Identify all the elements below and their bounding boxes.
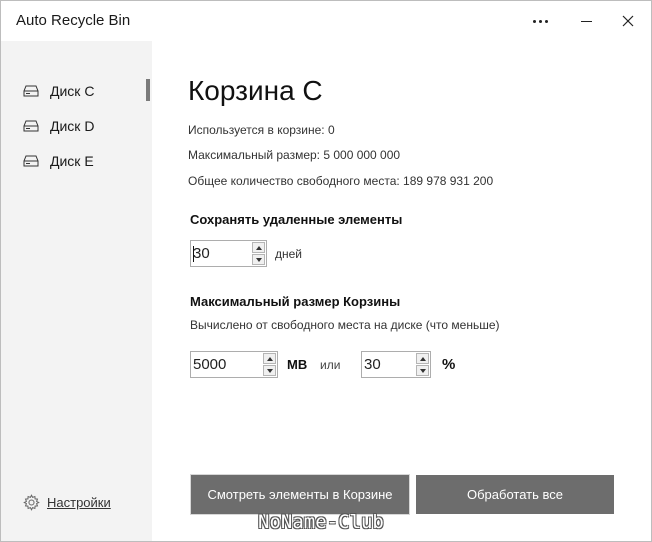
chevron-down-icon — [419, 368, 426, 373]
settings-link[interactable]: Настройки — [23, 491, 111, 513]
sidebar: Диск C Диск D Диск E Настройки — [1, 41, 152, 541]
max-size-description: Вычислено от свободного места на диске (… — [190, 318, 500, 332]
selected-indicator — [146, 79, 150, 101]
max-size-text: Максимальный размер: 5 000 000 000 — [188, 148, 401, 162]
mb-stepper[interactable]: 5000 — [190, 351, 278, 378]
days-decrement-button[interactable] — [252, 254, 265, 265]
minimize-icon — [580, 20, 592, 22]
chevron-down-icon — [266, 368, 273, 373]
more-options-button[interactable] — [517, 1, 563, 41]
percent-stepper[interactable]: 30 — [361, 351, 431, 378]
mb-value[interactable]: 5000 — [193, 356, 226, 373]
sidebar-item-drive-d[interactable]: Диск D — [1, 111, 152, 141]
view-bin-items-button[interactable]: Смотреть элементы в Корзине — [190, 474, 410, 515]
free-space-text: Общее количество свободного места: 189 9… — [188, 174, 494, 188]
chevron-up-icon — [266, 356, 273, 361]
app-window: Auto Recycle Bin Диск C Диск D Диск E На… — [0, 0, 652, 542]
drive-icon — [23, 155, 39, 167]
watermark: NoName-Club — [258, 511, 384, 533]
max-size-heading: Максимальный размер Корзины — [190, 294, 401, 309]
sidebar-item-drive-c[interactable]: Диск C — [1, 76, 152, 106]
text-cursor — [193, 246, 194, 262]
page-title: Корзина C — [188, 75, 323, 106]
sidebar-item-drive-e[interactable]: Диск E — [1, 146, 152, 176]
title-bar: Auto Recycle Bin — [1, 1, 651, 41]
percent-unit-label: % — [442, 356, 456, 373]
keep-items-heading: Сохранять удаленные элементы — [190, 212, 403, 227]
main-panel: Корзина C Используется в корзине: 0 Макс… — [152, 41, 651, 541]
close-icon — [622, 15, 634, 27]
chevron-up-icon — [255, 245, 262, 250]
gear-icon — [23, 493, 40, 511]
mb-unit-label: МВ — [287, 357, 308, 372]
days-value[interactable]: 30 — [193, 245, 210, 262]
drive-icon — [23, 85, 39, 97]
process-all-button[interactable]: Обработать все — [416, 475, 614, 514]
mb-decrement-button[interactable] — [263, 365, 276, 376]
sidebar-item-label: Диск D — [50, 118, 95, 134]
or-label: или — [320, 358, 341, 372]
days-stepper[interactable]: 30 — [190, 240, 267, 267]
percent-value[interactable]: 30 — [364, 356, 381, 373]
drive-icon — [23, 120, 39, 132]
mb-increment-button[interactable] — [263, 353, 276, 364]
mb-spin-buttons — [263, 353, 276, 376]
close-button[interactable] — [605, 1, 651, 41]
percent-increment-button[interactable] — [416, 353, 429, 364]
app-title: Auto Recycle Bin — [16, 12, 131, 29]
more-horizontal-icon — [532, 19, 548, 23]
percent-spin-buttons — [416, 353, 429, 376]
chevron-down-icon — [255, 257, 262, 262]
sidebar-item-label: Диск C — [50, 83, 95, 99]
days-spin-buttons — [252, 242, 265, 265]
percent-decrement-button[interactable] — [416, 365, 429, 376]
settings-label: Настройки — [47, 494, 111, 510]
used-in-bin-text: Используется в корзине: 0 — [188, 123, 335, 137]
days-unit-label: дней — [275, 247, 303, 261]
days-increment-button[interactable] — [252, 242, 265, 253]
sidebar-item-label: Диск E — [50, 153, 94, 169]
minimize-button[interactable] — [563, 1, 609, 41]
chevron-up-icon — [419, 356, 426, 361]
